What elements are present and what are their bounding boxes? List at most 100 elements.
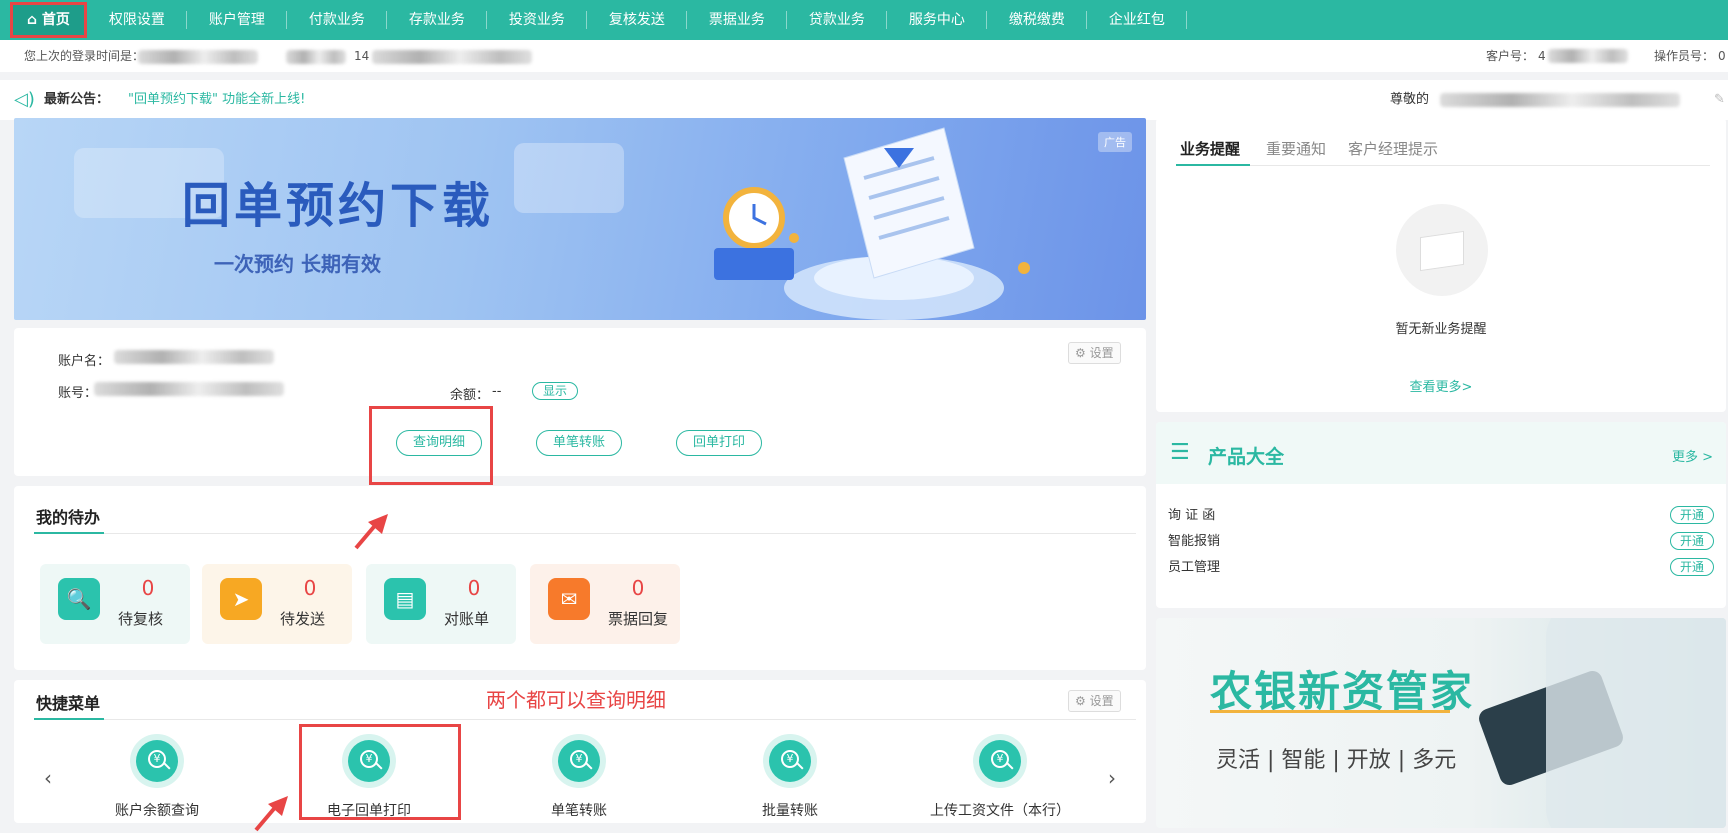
quick-menu-settings-button[interactable]: ⚙ 设置: [1068, 690, 1121, 712]
mail-reply-icon: ✉: [548, 578, 590, 620]
divider: [1250, 165, 1710, 166]
redacted-account-name: [114, 350, 274, 364]
product-item: 询 证 函: [1168, 508, 1216, 523]
product-item: 员工管理: [1168, 560, 1221, 575]
quick-menu-item-balance-query[interactable]: ¥ 账户余额查询: [77, 740, 237, 820]
statement-icon: ▤: [384, 578, 426, 620]
todo-item-pending-send[interactable]: ➤ 0 待发送: [202, 564, 352, 644]
banner-title: 回单预约下载: [182, 178, 495, 234]
nav-item-permissions[interactable]: 权限设置: [87, 0, 187, 40]
quick-menu-label: 批量转账: [762, 803, 818, 819]
receipt-illustration: [714, 127, 1030, 320]
quick-menu-item-single-transfer[interactable]: ¥ 单笔转账: [499, 740, 659, 820]
account-card: 账户名： 账号： 余额： -- 显示 ⚙ 设置 查询明细 单笔转账 回单打印: [14, 328, 1146, 476]
nav-item-service-center[interactable]: 服务中心: [887, 0, 987, 40]
settings-label: 设置: [1089, 346, 1114, 360]
balance-value: --: [492, 384, 502, 399]
open-service-button[interactable]: 开通: [1670, 506, 1714, 524]
todo-item-statement[interactable]: ▤ 0 对账单: [366, 564, 516, 644]
quick-menu-title: 快捷菜单: [36, 694, 101, 713]
yuan-search-icon: ¥: [558, 740, 600, 782]
nav-item-payments[interactable]: 付款业务: [287, 0, 387, 40]
nav-item-deposits[interactable]: 存款业务: [387, 0, 487, 40]
announcement-bar: ◁) 最新公告： "回单预约下载" 功能全新上线! 尊敬的 ✎: [0, 80, 1728, 120]
redacted-account-number: [94, 382, 284, 396]
divider: [104, 719, 1136, 720]
gear-icon: ⚙: [1075, 346, 1086, 360]
operator-no-fragment: 0: [1718, 49, 1726, 63]
empty-box-icon: [1396, 204, 1488, 296]
account-name-label: 账户名：: [58, 354, 111, 369]
todo-title-underline: [34, 532, 104, 534]
nav-item-loans[interactable]: 贷款业务: [787, 0, 887, 40]
banner-decoration: [514, 143, 624, 213]
carousel-prev-button[interactable]: ‹: [44, 766, 52, 790]
single-transfer-button[interactable]: 单笔转账: [536, 430, 622, 456]
nav-item-bills[interactable]: 票据业务: [687, 0, 787, 40]
balance-label: 余额：: [450, 388, 490, 403]
edit-icon[interactable]: ✎: [1714, 80, 1725, 120]
nav-label: 首页: [41, 12, 70, 28]
todo-label: 待发送: [280, 610, 326, 628]
highlight-box: [299, 724, 461, 820]
open-service-button[interactable]: 开通: [1670, 558, 1714, 576]
home-icon: ⌂: [27, 12, 38, 28]
announcement-link[interactable]: "回单预约下载" 功能全新上线!: [128, 80, 305, 120]
nav-item-accounts[interactable]: 账户管理: [187, 0, 287, 40]
tab-business-reminder[interactable]: 业务提醒: [1180, 138, 1240, 159]
settings-label: 设置: [1089, 694, 1114, 708]
nav-item-tax[interactable]: 缴税缴费: [987, 0, 1087, 40]
redacted-user-name: [1440, 93, 1680, 107]
yuan-search-icon: ¥: [136, 740, 178, 782]
annotation-arrow: [354, 514, 388, 550]
todo-label: 票据回复: [608, 610, 669, 628]
redacted-customer-no: [1548, 49, 1628, 63]
nav-item-investments[interactable]: 投资业务: [487, 0, 587, 40]
products-more-link[interactable]: 更多 >: [1672, 446, 1713, 465]
operator-no-label: 操作员号：: [1654, 49, 1715, 63]
view-more-link[interactable]: 查看更多>: [1156, 376, 1726, 395]
redacted-login-time: [138, 50, 258, 64]
tab-important-notice[interactable]: 重要通知: [1266, 138, 1326, 159]
empty-reminder-text: 暂无新业务提醒: [1395, 322, 1487, 337]
top-nav: ⌂ 首页 权限设置 账户管理 付款业务 存款业务 投资业务 复核发送 票据业务 …: [0, 0, 1728, 40]
greeting-label: 尊敬的: [1390, 92, 1430, 107]
todo-label: 对账单: [444, 610, 490, 628]
announcement-label: 最新公告：: [44, 92, 110, 107]
promo-card[interactable]: 农银新资管家 灵活 | 智能 | 开放 | 多元: [1156, 618, 1726, 828]
quick-menu-label: 上传工资文件（本行）: [930, 803, 1070, 819]
gear-icon: ⚙: [1075, 694, 1086, 708]
todo-label: 待复核: [118, 610, 164, 628]
banner-subtitle: 一次预约 长期有效: [214, 252, 381, 276]
account-settings-button[interactable]: ⚙ 设置: [1068, 342, 1121, 364]
last-login-label: 您上次的登录时间是：: [24, 49, 145, 63]
promo-banner[interactable]: 回单预约下载 一次预约 长期有效 广告: [14, 118, 1146, 320]
speaker-icon: ◁): [14, 89, 35, 110]
redacted-login-time: [372, 50, 532, 64]
review-search-icon: 🔍: [58, 578, 100, 620]
nav-item-home[interactable]: ⌂ 首页: [10, 2, 87, 38]
tab-manager-tips[interactable]: 客户经理提示: [1348, 138, 1438, 159]
nav-item-red-packet[interactable]: 企业红包: [1087, 0, 1187, 40]
promo-title-underline: [1210, 710, 1450, 713]
quick-menu-item-batch-transfer[interactable]: ¥ 批量转账: [710, 740, 870, 820]
nav-item-review-send[interactable]: 复核发送: [587, 0, 687, 40]
products-panel: ☰ 产品大全 更多 >: [1156, 422, 1726, 608]
annotation-text: 两个都可以查询明细: [486, 688, 666, 712]
todo-item-bill-reply[interactable]: ✉ 0 票据回复: [530, 564, 680, 644]
products-title: 产品大全: [1208, 446, 1285, 468]
quick-menu-item-upload-payroll[interactable]: ¥ 上传工资文件（本行）: [920, 740, 1080, 820]
product-item: 智能报销: [1168, 534, 1221, 549]
carousel-next-button[interactable]: ›: [1108, 766, 1116, 790]
receipt-print-button[interactable]: 回单打印: [676, 430, 762, 456]
show-balance-button[interactable]: 显示: [532, 382, 578, 400]
person-illustration: [1546, 618, 1726, 828]
open-service-button[interactable]: 开通: [1670, 532, 1714, 550]
divider: [104, 533, 1136, 534]
todo-card: 我的待办 🔍 0 待复核 ➤ 0 待发送 ▤ 0 对账单 ✉ 0 票据回复: [14, 486, 1146, 670]
quick-menu-title-underline: [34, 718, 104, 720]
todo-item-pending-review[interactable]: 🔍 0 待复核: [40, 564, 190, 644]
customer-no-fragment: 4: [1538, 49, 1546, 63]
ad-badge: 广告: [1098, 132, 1132, 152]
quick-menu-label: 单笔转账: [551, 803, 607, 819]
